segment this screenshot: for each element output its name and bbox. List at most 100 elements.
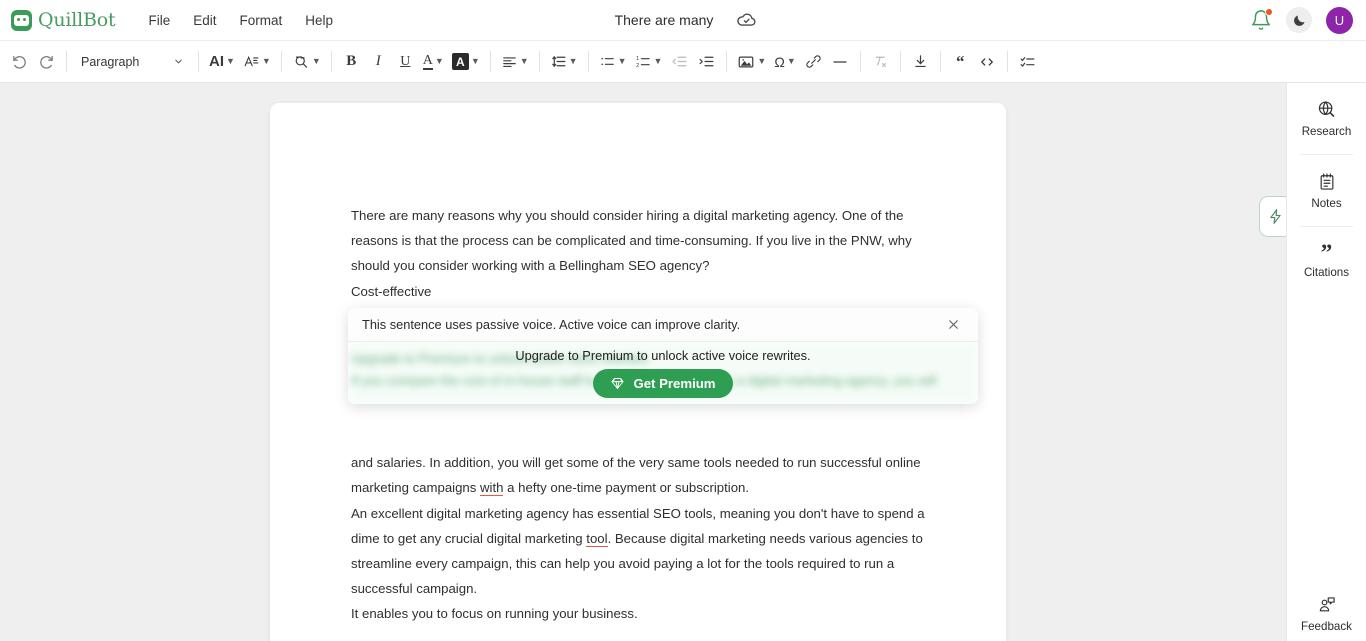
lightning-bolt-icon — [1267, 208, 1284, 225]
grammar-suggestion-with[interactable]: with — [480, 480, 503, 496]
app-logo[interactable]: QuillBot — [11, 9, 115, 31]
sidebar-item-notes[interactable]: Notes — [1287, 155, 1366, 226]
menu-bar: File Edit Format Help — [139, 8, 342, 33]
sidebar-item-citations[interactable]: ” Citations — [1287, 227, 1366, 298]
toolbar-divider — [1007, 51, 1008, 72]
clear-formatting-button[interactable] — [867, 48, 894, 76]
checklist-button[interactable] — [1014, 48, 1041, 76]
notification-bell-button[interactable] — [1250, 9, 1272, 31]
italic-button[interactable]: I — [365, 48, 392, 76]
toolbar-divider — [940, 51, 941, 72]
chevron-down-icon: ▼ — [435, 57, 444, 66]
document-text[interactable]: There are many reasons why you should co… — [351, 203, 931, 627]
download-button[interactable] — [907, 48, 934, 76]
ai-writer-button[interactable]: AI ▼ — [205, 48, 239, 76]
sidebar-label-research: Research — [1302, 125, 1352, 138]
toolbar-divider — [66, 51, 67, 72]
theme-toggle-button[interactable] — [1286, 7, 1312, 33]
svg-text:2: 2 — [636, 63, 639, 69]
paragraph-style-select[interactable]: Paragraph — [73, 48, 192, 76]
blockquote-button[interactable]: “ — [947, 48, 974, 76]
redo-icon — [38, 53, 55, 70]
feedback-chat-icon — [1317, 595, 1337, 615]
text-color-button[interactable]: A ▼ — [419, 48, 448, 76]
toolbar-divider — [490, 51, 491, 72]
link-icon — [805, 53, 822, 70]
paragraph-1: There are many reasons why you should co… — [351, 203, 931, 279]
paragraph-continued: and salaries. In addition, you will get … — [351, 450, 931, 500]
rephrase-button[interactable]: ▼ — [288, 48, 325, 76]
notification-badge — [1265, 8, 1273, 16]
menu-item-edit[interactable]: Edit — [184, 8, 225, 33]
editor-workspace: There are many reasons why you should co… — [0, 83, 1286, 641]
menu-item-file[interactable]: File — [139, 8, 179, 33]
chevron-down-icon: ▼ — [471, 57, 480, 66]
quotation-marks-icon: ” — [1321, 246, 1333, 260]
blockquote-icon: “ — [956, 55, 965, 69]
chevron-down-icon: ▼ — [757, 57, 766, 66]
popup-upsell-text: Upgrade to Premium to unlock active voic… — [515, 348, 810, 363]
user-avatar[interactable]: U — [1326, 7, 1353, 34]
horizontal-rule-icon — [831, 53, 849, 71]
get-premium-label: Get Premium — [633, 376, 715, 391]
popup-message: This sentence uses passive voice. Active… — [362, 317, 740, 332]
moon-icon — [1292, 13, 1307, 28]
toolbar-divider — [539, 51, 540, 72]
paragraph-4: It enables you to focus on running your … — [351, 601, 931, 626]
font-size-button[interactable]: ▼ — [239, 48, 275, 76]
quick-actions-button[interactable] — [1259, 196, 1286, 237]
redo-button[interactable] — [33, 48, 60, 76]
bullet-list-button[interactable]: ▼ — [595, 48, 631, 76]
clear-formatting-icon — [872, 53, 889, 70]
chevron-down-icon: ▼ — [654, 57, 663, 66]
toolbar-divider — [588, 51, 589, 72]
menu-item-help[interactable]: Help — [296, 8, 342, 33]
code-block-button[interactable] — [974, 48, 1001, 76]
special-character-button[interactable]: Ω ▼ — [770, 48, 799, 76]
grammar-suggestion-tool[interactable]: tool — [586, 531, 607, 547]
indent-button[interactable] — [693, 48, 720, 76]
paragraph-2: Cost-effective — [351, 279, 931, 304]
sidebar-item-research[interactable]: Research — [1287, 83, 1366, 154]
app-header: QuillBot File Edit Format Help There are… — [0, 0, 1366, 41]
line-spacing-button[interactable]: ▼ — [546, 48, 582, 76]
get-premium-button[interactable]: Get Premium — [593, 369, 732, 398]
popup-close-button[interactable] — [942, 314, 964, 336]
sidebar-item-feedback[interactable]: Feedback — [1287, 595, 1366, 633]
sidebar-label-notes: Notes — [1311, 197, 1341, 210]
undo-icon — [11, 53, 28, 70]
popup-body: Upgrade to Premium to unlock active voic… — [348, 342, 978, 404]
outdent-button[interactable] — [666, 48, 693, 76]
code-icon — [978, 53, 996, 71]
numbered-list-icon: 1 2 — [635, 53, 652, 70]
chevron-down-icon — [173, 56, 184, 67]
italic-label: I — [376, 53, 381, 70]
align-left-icon — [501, 53, 518, 70]
chevron-down-icon: ▼ — [312, 57, 321, 66]
underline-label: U — [400, 54, 410, 70]
image-icon — [737, 53, 755, 71]
document-title-area: There are many — [609, 9, 758, 31]
insert-image-button[interactable]: ▼ — [733, 48, 770, 76]
chevron-down-icon: ▼ — [226, 57, 235, 66]
omega-symbol-icon: Ω — [774, 55, 784, 69]
bold-button[interactable]: B — [338, 48, 365, 76]
formatting-toolbar: Paragraph AI ▼ ▼ ▼ B I U A — [0, 41, 1366, 83]
popup-header: This sentence uses passive voice. Active… — [348, 308, 978, 342]
line-spacing-icon — [550, 53, 567, 70]
checklist-icon — [1019, 53, 1036, 70]
numbered-list-button[interactable]: 1 2 ▼ — [631, 48, 667, 76]
menu-item-format[interactable]: Format — [231, 8, 292, 33]
undo-button[interactable] — [6, 48, 33, 76]
insert-link-button[interactable] — [800, 48, 827, 76]
highlight-color-button[interactable]: A ▼ — [448, 48, 484, 76]
document-title[interactable]: There are many — [609, 9, 720, 31]
horizontal-rule-button[interactable] — [827, 48, 854, 76]
globe-search-icon — [1316, 99, 1337, 120]
passive-voice-popup[interactable]: This sentence uses passive voice. Active… — [348, 308, 978, 404]
toolbar-divider — [726, 51, 727, 72]
underline-button[interactable]: U — [392, 48, 419, 76]
bullet-list-icon — [599, 53, 616, 70]
highlight-label: A — [452, 53, 469, 70]
align-button[interactable]: ▼ — [497, 48, 533, 76]
